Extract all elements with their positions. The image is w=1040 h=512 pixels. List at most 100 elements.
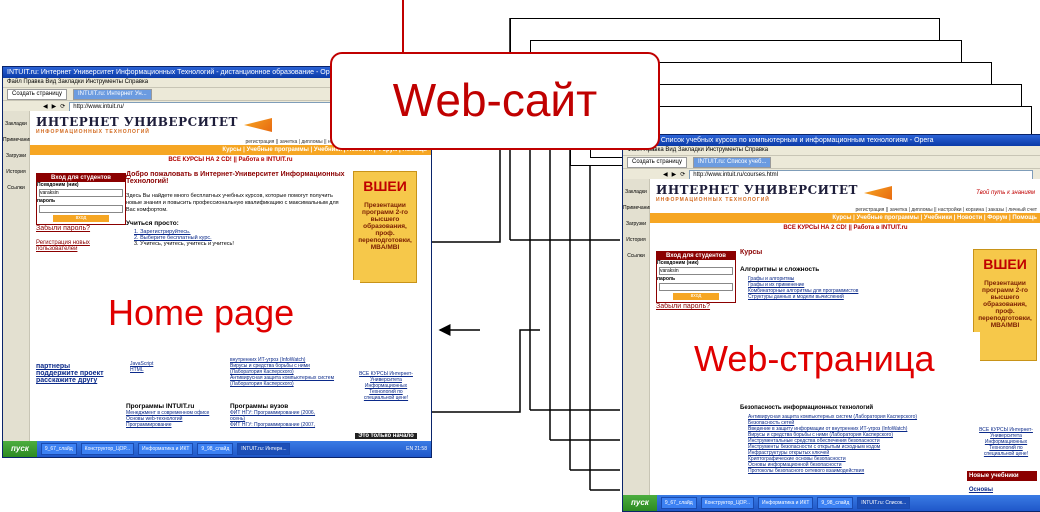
login-password-label: пароль (37, 198, 56, 204)
home-logo[interactable]: ИНТЕРНЕТ УНИВЕРСИТЕТ ИНФОРМАЦИОННЫХ ТЕХН… (36, 115, 238, 135)
page-cd-block[interactable]: ВСЕ КУРСЫ Интернет-Университета Информац… (975, 427, 1037, 457)
home-vuz-programs: Программы вузов ФИТ НГУ: Программировани… (230, 403, 330, 428)
login-button[interactable]: вход (673, 293, 719, 300)
login-password-input[interactable] (659, 283, 733, 291)
sidebar-item-notes[interactable]: Примечания (623, 205, 652, 211)
home-login-box: Вход для студентов Псевдоним (ник) varak… (36, 173, 126, 225)
list-right-item[interactable]: Антивирусная защита компьютерных систем … (230, 375, 342, 387)
sidebar-item-bookmarks[interactable]: Закладки (3, 121, 29, 127)
taskbar-item[interactable]: INTUIT.ru: Интерн... (237, 443, 291, 455)
courses-heading: Курсы (740, 249, 763, 256)
ad-text: Презентации программ 2-го высшего образо… (978, 280, 1032, 329)
home-ad-bottom[interactable]: Это только начало (355, 433, 417, 439)
home-sidebar: Закладки Примечания Загрузки История Ссы… (3, 111, 32, 441)
programs-heading: Программы INTUIT.ru (126, 403, 195, 410)
forgot-password-link[interactable]: Забыли пароль? (656, 303, 736, 310)
logo-rays-icon (864, 186, 892, 200)
page-orange-nav[interactable]: Курсы | Учебные программы | Учебники | Н… (650, 213, 1040, 223)
page-sidebar: Закладки Примечания Загрузки История Ссы… (623, 179, 652, 495)
start-button[interactable]: пуск (623, 495, 657, 511)
taskbar-item[interactable]: 9_67_слайд (40, 443, 77, 455)
home-tab-active[interactable]: INTUIT.ru: Интернет Ун... (73, 88, 152, 100)
algo-list: Графы и алгоритмы Графы и их применение … (748, 276, 970, 300)
login-password-input[interactable] (39, 205, 123, 213)
page-motto: Твой путь к знаниям (976, 190, 1035, 196)
page-login-area: Вход для студентов Псевдоним (ник) varak… (656, 251, 736, 310)
login-header: Вход для студентов (37, 174, 125, 182)
intro-text: Здесь Вы найдете много бесплатных учебны… (126, 193, 339, 213)
home-ad-banner[interactable]: ВШЕИ Презентации программ 2-го высшего о… (353, 171, 417, 283)
list-left-item[interactable]: HTML (130, 367, 220, 373)
sidebar-item-downloads[interactable]: Загрузки (3, 153, 29, 159)
page-logo[interactable]: ИНТЕРНЕТ УНИВЕРСИТЕТ ИНФОРМАЦИОННЫХ ТЕХН… (656, 183, 858, 203)
taskbar-item[interactable]: Информатика и ИКТ (757, 497, 814, 509)
page-taskbar: пуск 9_67_слайд Конструктор_ЦОР... Инфор… (623, 495, 1040, 511)
sidebar-item-links[interactable]: Ссылки (3, 185, 29, 191)
course-link[interactable]: Протоколы безопасного сетевого взаимодей… (748, 468, 980, 474)
forgot-password-link[interactable]: Забыли пароль? (36, 225, 126, 232)
learn-heading: Учиться просто: (126, 220, 179, 227)
home-list-left: JavaScript HTML (130, 361, 220, 373)
page-basics-link[interactable]: Основы (969, 487, 993, 493)
vuz-heading: Программы вузов (230, 403, 289, 410)
sidebar-item-bookmarks[interactable]: Закладки (623, 189, 649, 195)
webpage-browser-window: INTUIT.ru: Список учебных курсов по комп… (622, 134, 1040, 512)
taskbar-clock: EN 21:58 (406, 446, 427, 452)
welcome-heading: Добро пожаловать в Интернет-Университет … (126, 171, 345, 185)
security-heading: Безопасность информационных технологий (740, 405, 874, 411)
sidebar-item-notes[interactable]: Примечания (3, 137, 32, 143)
start-button[interactable]: пуск (3, 441, 37, 457)
home-list-right: внутренних ИТ-угроз (InfoWatch) Вирусы и… (230, 357, 342, 387)
taskbar-item[interactable]: INTUIT.ru: Список... (857, 497, 911, 509)
login-nick-input[interactable]: varaksin (39, 189, 123, 197)
page-new-books[interactable]: Новые учебники (967, 471, 1037, 481)
home-tab-create[interactable]: Создать страницу (7, 88, 67, 100)
sidebar-item-history[interactable]: История (623, 237, 649, 243)
vuz-item[interactable]: ФИТ НГУ: Программирование (2006, осень) (230, 410, 330, 422)
home-programs: Программы INTUIT.ru Менеджмент в совреме… (126, 403, 226, 428)
homepage-label: Home page (108, 292, 295, 333)
sidebar-item-history[interactable]: История (3, 169, 29, 175)
course-link[interactable]: Структуры данных и модели вычислений (748, 294, 970, 300)
return-line (432, 329, 540, 413)
vuz-item[interactable]: ФИТ НГУ: Программирование (2007, (230, 422, 330, 428)
side-link-support[interactable]: поддержите проект (36, 370, 104, 377)
taskbar-item[interactable]: 9_98_слайд (817, 497, 854, 509)
side-link-tell[interactable]: расскажите другу (36, 377, 104, 384)
list-right-item[interactable]: Вирусы и средства борьбы с ними (Лаборат… (230, 363, 342, 375)
login-nick-label: Псевдоним (ник) (657, 260, 699, 266)
login-button[interactable]: вход (53, 215, 109, 222)
page-courses-list: Курсы Алгоритмы и сложность Графы и алго… (740, 249, 970, 300)
website-callout: Web-сайт (330, 52, 660, 150)
step-3: 3. Учитесь, учитесь, учитесь и учитесь! (134, 241, 234, 247)
sidebar-item-links[interactable]: Ссылки (623, 253, 649, 259)
side-link-partners[interactable]: партнеры (36, 363, 104, 370)
page-login-box: Вход для студентов Псевдоним (ник) varak… (656, 251, 736, 303)
page-tab-active[interactable]: INTUIT.ru: Список учеб... (693, 156, 772, 168)
taskbar-item[interactable]: Конструктор_ЦОР... (80, 443, 134, 455)
ad-logo: ВШЕИ (363, 178, 407, 194)
algo-heading: Алгоритмы и сложность (740, 266, 820, 273)
page-menu-bar[interactable]: Файл Правка Вид Закладки Инструменты Спр… (623, 146, 1040, 155)
page-tab-create[interactable]: Создать страницу (627, 156, 687, 168)
page-all-courses-link[interactable]: ВСЕ КУРСЫ НА 2 CD! || Работа в INTUIT.ru (650, 225, 1040, 231)
home-all-courses-link[interactable]: ВСЕ КУРСЫ НА 2 CD! || Работа в INTUIT.ru (30, 157, 431, 163)
taskbar-item[interactable]: 9_67_слайд (660, 497, 697, 509)
home-cd-block[interactable]: ВСЕ КУРСЫ Интернет-Университета Информац… (355, 371, 417, 401)
logo-rays-icon (244, 118, 272, 132)
login-password-label: пароль (657, 276, 676, 282)
page-ad-banner[interactable]: ВШЕИ Презентации программ 2-го высшего о… (973, 249, 1037, 361)
home-main-text: Добро пожаловать в Интернет-Университет … (126, 171, 346, 248)
ad-text: Презентации программ 2-го высшего образо… (358, 202, 412, 251)
program-item[interactable]: Программирование (126, 422, 226, 428)
home-login-area: Вход для студентов Псевдоним (ник) varak… (36, 173, 126, 252)
taskbar-item[interactable]: 9_98_слайд (197, 443, 234, 455)
sidebar-item-downloads[interactable]: Загрузки (623, 221, 649, 227)
taskbar-item[interactable]: Информатика и ИКТ (137, 443, 194, 455)
ad-logo: ВШЕИ (983, 256, 1027, 272)
taskbar-item[interactable]: Конструктор_ЦОР... (700, 497, 754, 509)
login-nick-input[interactable]: varaksin (659, 267, 733, 275)
register-link[interactable]: Регистрация новых пользователей (36, 240, 122, 252)
page-security-list: Безопасность информационных технологий А… (740, 405, 980, 474)
page-title-bar: INTUIT.ru: Список учебных курсов по комп… (623, 135, 1040, 146)
